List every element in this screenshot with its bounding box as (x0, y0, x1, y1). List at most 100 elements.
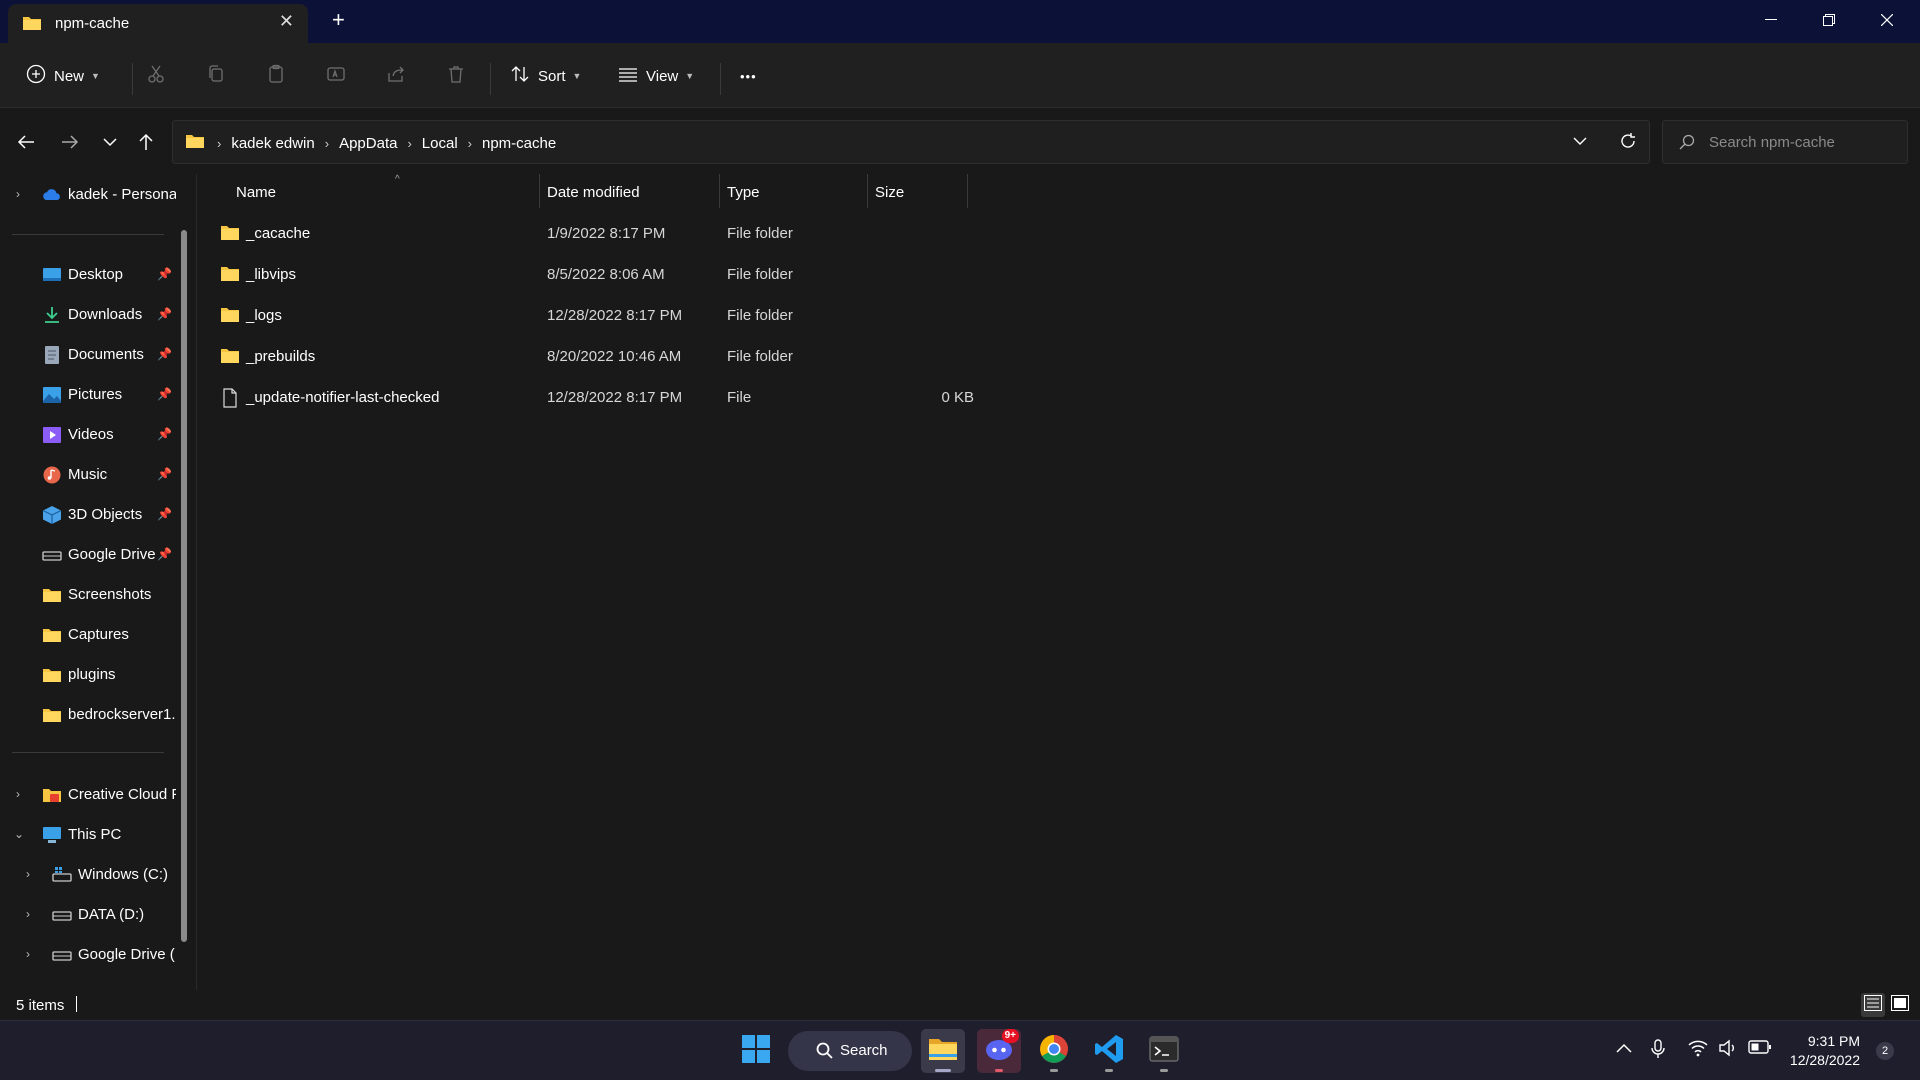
restore-button[interactable] (1800, 0, 1858, 40)
column-separator[interactable] (967, 174, 968, 208)
sidebar-item-desktop[interactable]: Desktop 📌 (0, 257, 176, 293)
sidebar-item-google-drive[interactable]: Google Drive 📌 (0, 537, 176, 573)
close-tab-icon[interactable]: ✕ (279, 12, 294, 30)
delete-button[interactable] (446, 61, 466, 91)
chevron-up-icon[interactable] (1616, 1041, 1632, 1059)
volume-icon[interactable] (1718, 1039, 1738, 1062)
sidebar-item-creative-cloud[interactable]: › Creative Cloud F (0, 777, 176, 813)
divider (12, 234, 164, 235)
sidebar-item-captures[interactable]: Captures (0, 617, 176, 653)
sidebar-item-label: This PC (68, 826, 122, 843)
up-button[interactable] (134, 130, 158, 154)
onedrive-cloud-icon (42, 186, 60, 204)
breadcrumb-local[interactable]: Local (422, 135, 458, 152)
sidebar-item-plugins[interactable]: plugins (0, 657, 176, 693)
sort-button[interactable]: Sort ▼ (510, 61, 581, 91)
sidebar-item-pictures[interactable]: Pictures 📌 (0, 377, 176, 413)
column-header-type[interactable]: Type (720, 174, 866, 208)
chevron-right-icon: › (324, 135, 330, 151)
sidebar-item-windows-c[interactable]: › Windows (C:) (0, 857, 176, 893)
sidebar-item-google-drive-pc[interactable]: › Google Drive ( (0, 937, 176, 973)
large-icons-view-button[interactable] (1888, 993, 1912, 1017)
chevron-right-icon[interactable]: › (26, 947, 30, 961)
chevron-right-icon[interactable]: › (26, 907, 30, 921)
cut-button[interactable] (146, 61, 166, 91)
chevron-right-icon[interactable]: › (16, 187, 20, 201)
sidebar-item-documents[interactable]: Documents 📌 (0, 337, 176, 373)
file-name: _libvips (246, 266, 297, 283)
sidebar-item-onedrive[interactable]: › kadek - Personal (0, 177, 176, 213)
sidebar-item-data-d[interactable]: › DATA (D:) (0, 897, 176, 933)
table-row[interactable]: _prebuilds 8/20/2022 10:46 AM File folde… (214, 339, 1174, 375)
sidebar-scrollbar[interactable] (181, 230, 187, 942)
table-row[interactable]: _cacache 1/9/2022 8:17 PM File folder (214, 216, 1174, 252)
clock[interactable]: 9:31 PM 12/28/2022 (1740, 1032, 1860, 1070)
pane-divider[interactable] (196, 174, 197, 990)
folder-icon (22, 15, 42, 36)
copy-button[interactable] (206, 61, 226, 91)
sidebar-item-videos[interactable]: Videos 📌 (0, 417, 176, 453)
copy-icon (206, 64, 226, 88)
chevron-right-icon[interactable]: › (16, 787, 20, 801)
share-button[interactable] (386, 61, 406, 91)
close-window-button[interactable] (1858, 0, 1916, 40)
taskbar-discord[interactable]: 9+ (977, 1029, 1021, 1073)
minimize-button[interactable] (1742, 0, 1800, 40)
search-box[interactable] (1662, 120, 1908, 164)
sidebar-item-3d-objects[interactable]: 3D Objects 📌 (0, 497, 176, 533)
new-tab-button[interactable]: + (332, 9, 345, 31)
taskbar-terminal[interactable] (1142, 1029, 1186, 1073)
breadcrumb-appdata[interactable]: AppData (339, 135, 397, 152)
sidebar-item-bedrockserver[interactable]: bedrockserver1. (0, 697, 176, 733)
details-view-button[interactable] (1861, 993, 1885, 1017)
table-row[interactable]: _libvips 8/5/2022 8:06 AM File folder (214, 257, 1174, 293)
taskbar-chrome[interactable] (1032, 1029, 1076, 1073)
breadcrumb-npm-cache[interactable]: npm-cache (482, 135, 556, 152)
breadcrumb-kadek-edwin[interactable]: kadek edwin (231, 135, 314, 152)
file-size: 0 KB (941, 389, 974, 406)
wifi-icon[interactable] (1688, 1039, 1708, 1062)
column-header-date[interactable]: Date modified (540, 174, 718, 208)
chevron-down-icon: ▼ (572, 71, 582, 81)
address-bar[interactable]: › kadek edwin › AppData › Local › npm-ca… (172, 120, 1650, 164)
sidebar-item-screenshots[interactable]: Screenshots (0, 577, 176, 613)
sidebar-item-downloads[interactable]: Downloads 📌 (0, 297, 176, 333)
forward-button[interactable] (58, 130, 82, 154)
recent-locations-button[interactable] (98, 130, 122, 154)
column-header-size[interactable]: Size (868, 174, 966, 208)
tab-npm-cache[interactable]: npm-cache ✕ (8, 4, 308, 43)
taskbar-file-explorer[interactable] (921, 1029, 965, 1073)
refresh-icon[interactable] (1619, 132, 1637, 155)
view-button[interactable]: View ▼ (618, 61, 694, 91)
title-bar: npm-cache ✕ + (0, 0, 1920, 43)
back-button[interactable] (14, 130, 38, 154)
sort-label: Sort (538, 67, 566, 85)
sidebar-item-this-pc[interactable]: ⌄ This PC (0, 817, 176, 853)
search-input[interactable] (1709, 131, 1899, 153)
download-icon (42, 306, 60, 324)
chevron-down-icon[interactable]: ⌄ (14, 827, 24, 841)
new-button[interactable]: New ▼ (26, 61, 100, 91)
paste-button[interactable] (266, 61, 286, 91)
taskbar-vscode[interactable] (1087, 1029, 1131, 1073)
drive-icon (42, 546, 62, 564)
start-button[interactable] (734, 1029, 778, 1073)
microphone-icon[interactable] (1651, 1039, 1665, 1064)
column-header-name[interactable]: Name ^ (214, 174, 542, 208)
drive-icon (52, 906, 72, 924)
command-bar: New ▼ Sort ▼ View ▼ ••• (0, 43, 1920, 108)
file-date: 12/28/2022 8:17 PM (547, 307, 683, 324)
search-icon (816, 1042, 834, 1065)
chevron-right-icon[interactable]: › (26, 867, 30, 881)
sidebar-item-music[interactable]: Music 📌 (0, 457, 176, 493)
more-options-button[interactable]: ••• (740, 61, 757, 91)
column-name-label: Name (236, 184, 277, 201)
taskbar-search[interactable]: Search (788, 1031, 912, 1071)
chevron-down-icon: ▼ (91, 71, 100, 81)
address-dropdown-icon[interactable] (1573, 134, 1587, 153)
table-row[interactable]: _update-notifier-last-checked 12/28/2022… (214, 380, 1174, 416)
notification-count[interactable]: 2 (1876, 1042, 1894, 1060)
plus-circle-icon (26, 64, 46, 88)
table-row[interactable]: _logs 12/28/2022 8:17 PM File folder (214, 298, 1174, 334)
rename-button[interactable] (326, 61, 346, 91)
